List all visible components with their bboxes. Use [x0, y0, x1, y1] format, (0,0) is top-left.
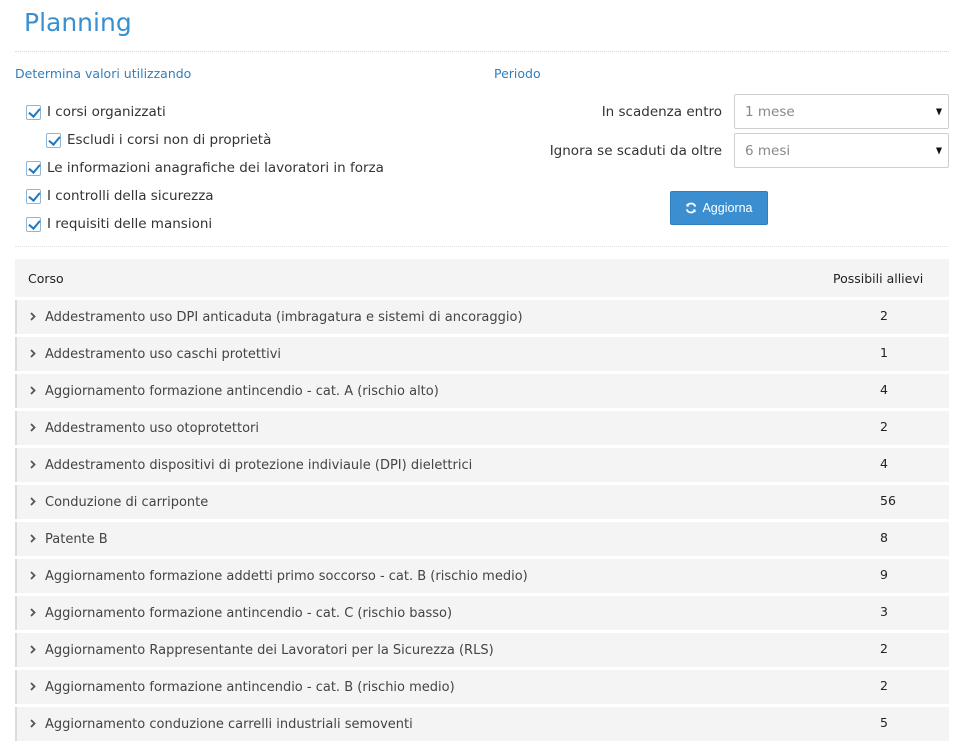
- checkbox-label: I corsi organizzati: [47, 104, 166, 120]
- due-within-select[interactable]: 1 mese: [734, 94, 949, 129]
- table-row[interactable]: Conduzione di carriponte 56: [15, 485, 949, 519]
- course-name: Aggiornamento formazione antincendio - c…: [45, 680, 455, 695]
- filters-divider: [15, 246, 949, 247]
- checkbox-organized-courses[interactable]: I corsi organizzati: [26, 104, 166, 120]
- ignore-expired-label: Ignora se scaduti da oltre: [549, 143, 722, 159]
- checkmark-icon[interactable]: [26, 104, 41, 120]
- checkbox-label: Le informazioni anagrafiche dei lavorato…: [47, 160, 384, 176]
- period-heading: Periodo: [494, 66, 541, 81]
- course-count: 1: [880, 345, 888, 360]
- course-name: Aggiornamento formazione antincendio - c…: [45, 606, 453, 621]
- course-name: Conduzione di carriponte: [45, 495, 209, 510]
- checkbox-label: I controlli della sicurezza: [47, 188, 214, 204]
- ignore-expired-select[interactable]: 6 mesi: [734, 133, 949, 168]
- chevron-right-icon[interactable]: [30, 608, 36, 617]
- chevron-right-icon[interactable]: [30, 423, 36, 432]
- due-within-label: In scadenza entro: [601, 104, 722, 120]
- course-name: Addestramento dispositivi di protezione …: [45, 458, 473, 473]
- table-row[interactable]: Addestramento uso DPI anticaduta (imbrag…: [15, 300, 949, 334]
- table-row[interactable]: Addestramento uso otoprotettori 2: [15, 411, 949, 445]
- course-count: 3: [880, 604, 888, 619]
- table-row[interactable]: Patente B 8: [15, 522, 949, 556]
- course-count: 9: [880, 567, 888, 582]
- course-name: Aggiornamento formazione antincendio - c…: [45, 384, 439, 399]
- course-name: Addestramento uso caschi protettivi: [45, 347, 282, 362]
- column-header-course: Corso: [28, 271, 64, 286]
- course-name: Patente B: [45, 532, 108, 547]
- checkbox-safety-checks[interactable]: I controlli della sicurezza: [26, 188, 214, 204]
- course-count: 2: [880, 678, 888, 693]
- table-row[interactable]: Aggiornamento formazione antincendio - c…: [15, 374, 949, 408]
- checkbox-exclude-non-owned[interactable]: Escludi i corsi non di proprietà: [46, 132, 271, 148]
- checkmark-icon[interactable]: [26, 216, 41, 232]
- course-count: 5: [880, 715, 888, 730]
- course-count: 2: [880, 641, 888, 656]
- checkbox-label: Escludi i corsi non di proprietà: [67, 132, 272, 148]
- checkmark-icon[interactable]: [26, 160, 41, 176]
- chevron-right-icon[interactable]: [30, 534, 36, 543]
- course-list: Addestramento uso DPI anticaduta (imbrag…: [15, 300, 949, 744]
- due-within-value: 1 mese: [745, 103, 795, 120]
- page-title: Planning: [24, 8, 132, 37]
- chevron-right-icon[interactable]: [30, 349, 36, 358]
- chevron-right-icon[interactable]: [30, 312, 36, 321]
- column-header-count: Possibili allievi: [833, 271, 924, 286]
- table-row[interactable]: Aggiornamento conduzione carrelli indust…: [15, 707, 949, 741]
- checkbox-job-requirements[interactable]: I requisiti delle mansioni: [26, 216, 212, 232]
- course-name: Aggiornamento conduzione carrelli indust…: [45, 717, 413, 732]
- table-row[interactable]: Addestramento uso caschi protettivi 1: [15, 337, 949, 371]
- checkbox-label: I requisiti delle mansioni: [47, 216, 213, 232]
- table-row[interactable]: Aggiornamento formazione antincendio - c…: [15, 670, 949, 704]
- refresh-button[interactable]: Aggiorna: [670, 191, 768, 225]
- course-count: 2: [880, 308, 888, 323]
- table-row[interactable]: Aggiornamento Rappresentante dei Lavorat…: [15, 633, 949, 667]
- table-row[interactable]: Addestramento dispositivi di protezione …: [15, 448, 949, 482]
- course-name: Aggiornamento Rappresentante dei Lavorat…: [45, 643, 494, 658]
- course-count: 56: [880, 493, 896, 508]
- course-name: Addestramento uso otoprotettori: [45, 421, 259, 436]
- course-count: 4: [880, 382, 888, 397]
- chevron-right-icon[interactable]: [30, 682, 36, 691]
- course-name: Addestramento uso DPI anticaduta (imbrag…: [45, 310, 523, 325]
- title-divider: [15, 51, 949, 52]
- course-count: 8: [880, 530, 888, 545]
- chevron-right-icon[interactable]: [30, 645, 36, 654]
- table-header: Corso Possibili allievi: [15, 259, 949, 297]
- chevron-right-icon[interactable]: [30, 386, 36, 395]
- chevron-right-icon[interactable]: [30, 460, 36, 469]
- caret-down-icon: [936, 108, 942, 115]
- course-count: 4: [880, 456, 888, 471]
- checkmark-icon[interactable]: [46, 132, 61, 148]
- ignore-expired-value: 6 mesi: [745, 142, 791, 159]
- course-count: 2: [880, 419, 888, 434]
- refresh-button-label: Aggiorna: [702, 201, 753, 215]
- chevron-right-icon[interactable]: [30, 497, 36, 506]
- course-name: Aggiornamento formazione addetti primo s…: [45, 569, 528, 584]
- chevron-right-icon[interactable]: [30, 719, 36, 728]
- refresh-icon: [685, 202, 697, 214]
- filters-heading: Determina valori utilizzando: [15, 66, 192, 81]
- checkmark-icon[interactable]: [26, 188, 41, 204]
- table-row[interactable]: Aggiornamento formazione addetti primo s…: [15, 559, 949, 593]
- chevron-right-icon[interactable]: [30, 571, 36, 580]
- table-row[interactable]: Aggiornamento formazione antincendio - c…: [15, 596, 949, 630]
- checkbox-worker-records[interactable]: Le informazioni anagrafiche dei lavorato…: [26, 160, 384, 176]
- caret-down-icon: [936, 147, 942, 154]
